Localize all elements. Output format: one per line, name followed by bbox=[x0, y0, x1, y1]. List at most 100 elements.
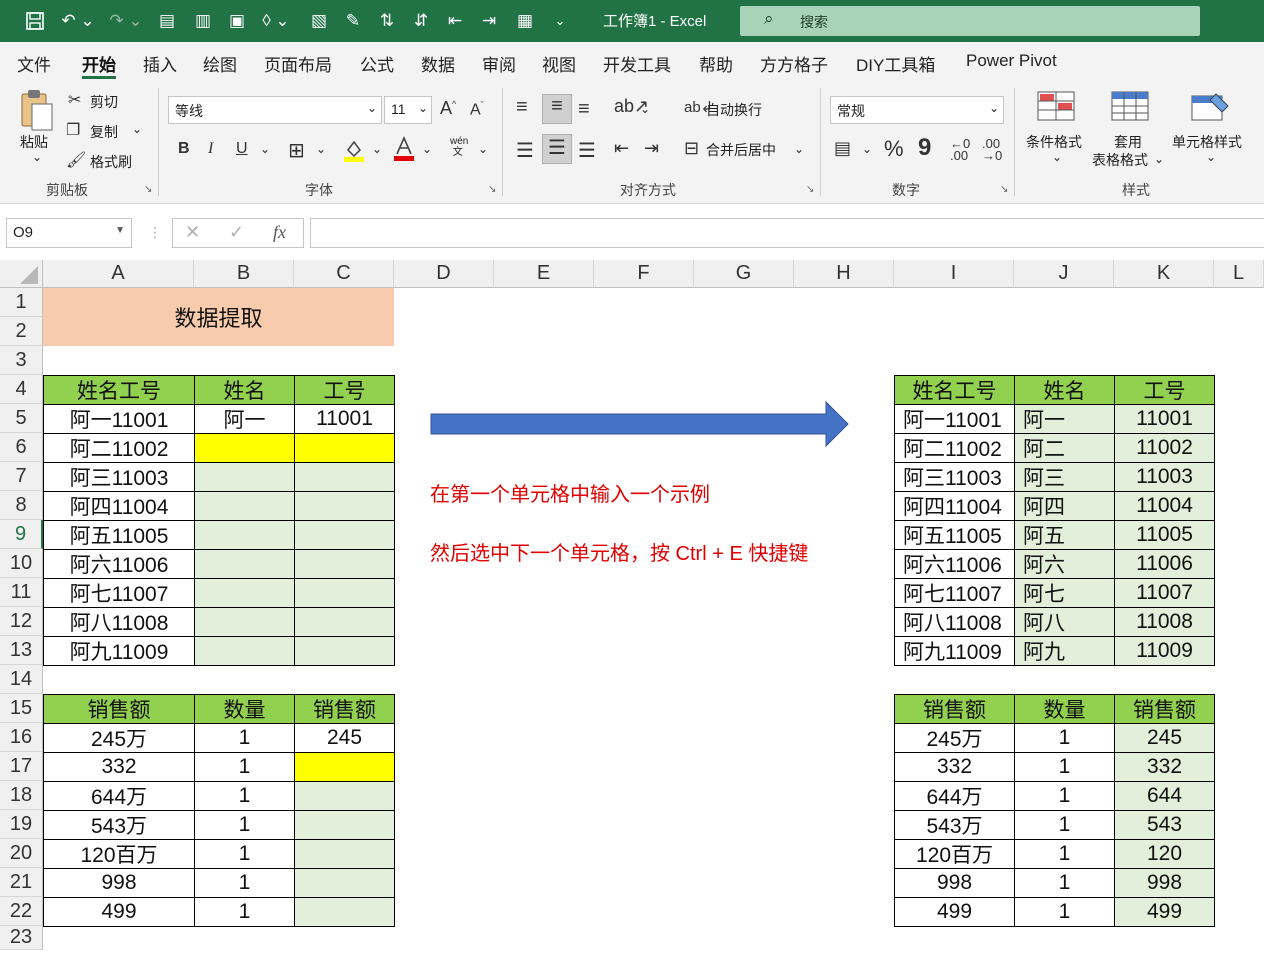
cut-button[interactable]: 剪切 bbox=[90, 92, 118, 112]
font-launcher-icon[interactable]: ↘ bbox=[488, 184, 496, 195]
bold-button[interactable]: B bbox=[178, 140, 190, 158]
fill-color-dropdown-icon[interactable]: ⌄ bbox=[372, 142, 382, 156]
table-cell[interactable]: 阿八 bbox=[1014, 607, 1115, 637]
table-cell[interactable]: 阿一11001 bbox=[43, 404, 195, 434]
table-cell[interactable]: 阿三 bbox=[1014, 462, 1115, 492]
table-cell[interactable]: 998 bbox=[894, 868, 1015, 898]
table-cell[interactable]: 499 bbox=[894, 897, 1015, 927]
tab-home[interactable]: 开始 bbox=[82, 51, 116, 76]
table-cell[interactable] bbox=[294, 520, 395, 550]
customize-toolbar-icon[interactable]: ⌄ bbox=[550, 8, 570, 34]
underline-dropdown-icon[interactable]: ⌄ bbox=[260, 142, 270, 156]
banner-cell[interactable]: 数据提取 bbox=[43, 288, 394, 346]
decrease-font-icon[interactable]: Aˇ bbox=[470, 100, 484, 119]
document-icon[interactable]: ▥ bbox=[190, 8, 216, 34]
table-cell[interactable]: 1 bbox=[194, 752, 295, 782]
tab-power-pivot[interactable]: Power Pivot bbox=[966, 51, 1057, 71]
table-cell[interactable]: 阿四11004 bbox=[43, 491, 195, 521]
tab-formulas[interactable]: 公式 bbox=[360, 51, 394, 76]
table-cell[interactable]: 499 bbox=[43, 897, 195, 927]
table-cell[interactable]: 1 bbox=[1014, 810, 1115, 840]
table-cell[interactable] bbox=[294, 868, 395, 898]
format-as-table-label-1[interactable]: 套用 bbox=[1114, 132, 1142, 152]
fill-color-icon[interactable] bbox=[344, 138, 364, 162]
table-cell[interactable]: 阿七 bbox=[1014, 578, 1115, 608]
table-header-cell[interactable]: 工号 bbox=[294, 375, 395, 405]
table-cell[interactable]: 120百万 bbox=[43, 839, 195, 869]
align-right-icon[interactable]: ☰ bbox=[578, 138, 596, 163]
column-header[interactable]: D bbox=[394, 260, 494, 288]
table-cell[interactable]: 1 bbox=[194, 723, 295, 753]
row-header[interactable]: 10 bbox=[0, 549, 43, 578]
table-cell[interactable]: 1 bbox=[194, 810, 295, 840]
table-cell[interactable]: 543 bbox=[1114, 810, 1215, 840]
row-header[interactable]: 6 bbox=[0, 433, 43, 462]
tab-fangfang[interactable]: 方方格子 bbox=[760, 51, 828, 76]
row-header[interactable]: 22 bbox=[0, 897, 43, 926]
delete-column-icon[interactable]: ⇥ bbox=[476, 8, 502, 34]
frame-icon[interactable]: ▣ bbox=[224, 8, 250, 34]
table-cell[interactable] bbox=[194, 607, 295, 637]
table-cell[interactable]: 11001 bbox=[1114, 404, 1215, 434]
row-header[interactable]: 9 bbox=[0, 520, 43, 549]
resize-handle-icon[interactable]: ⋮ bbox=[148, 224, 162, 241]
column-header[interactable]: F bbox=[594, 260, 694, 288]
borders-dropdown-icon[interactable]: ⌄ bbox=[316, 142, 326, 156]
format-as-table-icon[interactable] bbox=[1110, 90, 1150, 129]
accounting-format-icon[interactable]: ▤ bbox=[834, 138, 851, 159]
copy-button[interactable]: 复制 bbox=[90, 122, 118, 142]
table-cell[interactable] bbox=[294, 491, 395, 521]
row-header[interactable]: 12 bbox=[0, 607, 43, 636]
table-cell[interactable]: 1 bbox=[194, 781, 295, 811]
align-center-icon[interactable]: ☰ bbox=[542, 134, 572, 164]
tab-file[interactable]: 文件 bbox=[17, 51, 51, 76]
table-cell[interactable]: 11008 bbox=[1114, 607, 1215, 637]
tab-help[interactable]: 帮助 bbox=[699, 51, 733, 76]
table-header-cell[interactable]: 销售额 bbox=[894, 694, 1015, 724]
table-cell[interactable]: 120百万 bbox=[894, 839, 1015, 869]
table-cell[interactable] bbox=[194, 433, 295, 463]
font-name-dropdown[interactable]: 等线 ⌄ bbox=[168, 96, 382, 124]
row-header[interactable]: 21 bbox=[0, 868, 43, 897]
conditional-format-button[interactable]: 条件格式 bbox=[1026, 132, 1082, 152]
form-icon[interactable]: ▤ bbox=[154, 8, 180, 34]
table-cell[interactable]: 阿六11006 bbox=[43, 549, 195, 579]
cell-styles-button[interactable]: 单元格样式 bbox=[1172, 132, 1242, 152]
table-cell[interactable]: 阿九 bbox=[1014, 636, 1115, 666]
paste-button[interactable]: 粘贴 bbox=[20, 132, 48, 152]
table-cell[interactable] bbox=[194, 549, 295, 579]
increase-font-icon[interactable]: A^ bbox=[440, 98, 456, 119]
table-cell[interactable] bbox=[294, 636, 395, 666]
tab-data[interactable]: 数据 bbox=[421, 51, 455, 76]
percent-button[interactable]: % bbox=[884, 136, 904, 162]
table-cell[interactable] bbox=[294, 578, 395, 608]
table-cell[interactable]: 499 bbox=[1114, 897, 1215, 927]
tab-view[interactable]: 视图 bbox=[542, 51, 576, 76]
font-color-dropdown-icon[interactable]: ⌄ bbox=[422, 142, 432, 156]
table-header-cell[interactable]: 姓名 bbox=[1014, 375, 1115, 405]
table-cell[interactable]: 阿五11005 bbox=[43, 520, 195, 550]
row-header[interactable]: 19 bbox=[0, 810, 43, 839]
row-header[interactable]: 14 bbox=[0, 665, 43, 694]
table-cell[interactable] bbox=[194, 462, 295, 492]
cell-styles-icon[interactable] bbox=[1190, 90, 1230, 129]
table-cell[interactable]: 998 bbox=[43, 868, 195, 898]
format-painter-button[interactable]: 格式刷 bbox=[90, 152, 132, 172]
phonetic-icon[interactable]: wén 文 bbox=[450, 136, 468, 158]
table-cell[interactable]: 11005 bbox=[1114, 520, 1215, 550]
merge-center-button[interactable]: 合并后居中 bbox=[706, 140, 776, 160]
row-header[interactable]: 7 bbox=[0, 462, 43, 491]
row-header[interactable]: 11 bbox=[0, 578, 43, 607]
table-cell[interactable]: 644万 bbox=[43, 781, 195, 811]
table-cell[interactable]: 阿九11009 bbox=[894, 636, 1015, 666]
table-cell[interactable]: 阿七11007 bbox=[894, 578, 1015, 608]
row-header[interactable]: 3 bbox=[0, 346, 43, 375]
row-header[interactable]: 18 bbox=[0, 781, 43, 810]
redo-icon[interactable]: ↷ ⌄ bbox=[106, 8, 146, 34]
tab-page-layout[interactable]: 页面布局 bbox=[264, 51, 332, 76]
table-cell[interactable]: 644 bbox=[1114, 781, 1215, 811]
column-header[interactable]: H bbox=[794, 260, 894, 288]
table-cell[interactable]: 543万 bbox=[894, 810, 1015, 840]
table-cell[interactable]: 1 bbox=[194, 839, 295, 869]
formula-input[interactable] bbox=[310, 218, 1264, 248]
